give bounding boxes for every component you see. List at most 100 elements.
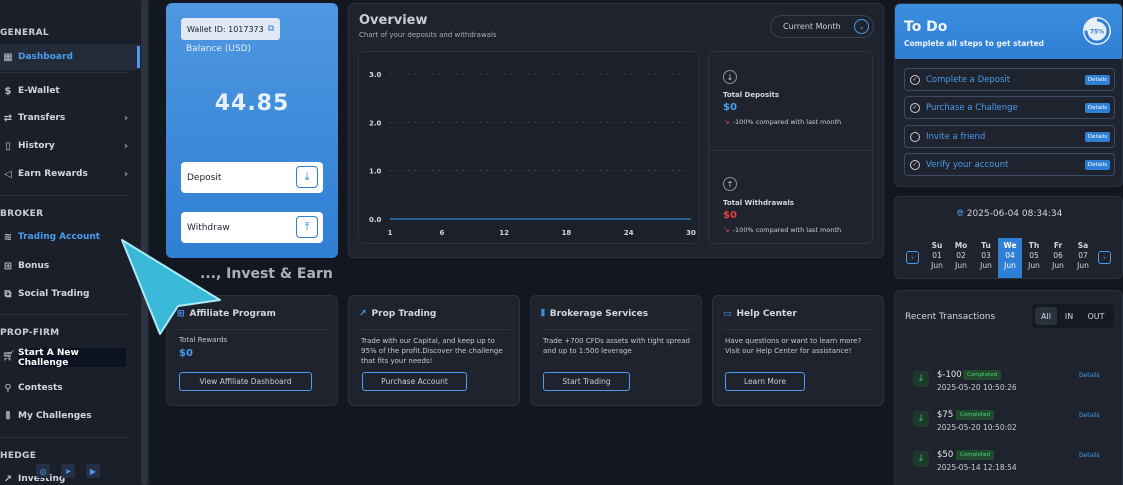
- details-link[interactable]: Details: [1079, 372, 1100, 379]
- view-affiliate-dashboard-button[interactable]: View Affiliate Dashboard: [179, 372, 312, 391]
- sidebar-item-label: Bonus: [18, 261, 50, 271]
- prev-week-button[interactable]: ‹: [906, 251, 919, 264]
- details-link[interactable]: Details: [1079, 412, 1100, 419]
- day-month: Jun: [1077, 261, 1089, 270]
- calendar-day[interactable]: Th 05 Jun: [1022, 238, 1046, 278]
- deposit-button[interactable]: Deposit ⤓: [181, 162, 323, 193]
- sidebar-item-e-wallet[interactable]: $ E-Wallet: [0, 78, 140, 104]
- total-withdrawals-label: Total Withdrawals: [723, 199, 794, 207]
- purchase-account-button[interactable]: Purchase Account: [362, 372, 467, 391]
- y-tick-label: 3.0: [369, 71, 382, 79]
- sidebar-item-trading-account[interactable]: ≋ Trading Account: [0, 224, 140, 250]
- circle-icon: [910, 131, 920, 142]
- day-month: Jun: [1004, 261, 1016, 270]
- y-tick-label: 0.0: [369, 216, 382, 224]
- copy-icon[interactable]: ⧉: [268, 24, 274, 34]
- download-icon: ⤓: [296, 166, 318, 188]
- calendar-day[interactable]: Mo 02 Jun: [949, 238, 973, 278]
- details-button[interactable]: Details: [1084, 132, 1110, 142]
- start-new-challenge-button[interactable]: Start A New Challenge: [18, 348, 126, 368]
- tab-in[interactable]: IN: [1059, 307, 1079, 325]
- x-tick-label: 12: [499, 229, 509, 237]
- sidebar-item-earn-rewards[interactable]: ◁ Earn Rewards ›: [0, 161, 140, 187]
- tab-out[interactable]: OUT: [1082, 307, 1110, 325]
- day-number: 05: [1029, 251, 1039, 260]
- calendar-day[interactable]: Fr 06 Jun: [1046, 238, 1070, 278]
- day-month: Jun: [980, 261, 992, 270]
- overview-chart: 0.0 1.0 2.0 3.0 1 6 12 18 24 30: [369, 71, 696, 237]
- investing-icon: ↗: [3, 473, 13, 485]
- calendar-day[interactable]: Sa 07 Jun: [1071, 238, 1095, 278]
- card-title: ⫴ Brokerage Services: [541, 309, 648, 319]
- day-month: Jun: [1052, 261, 1064, 270]
- overview-subtitle: Chart of your deposits and withdrawals: [359, 31, 497, 39]
- todo-item-invite-friend[interactable]: Invite a friend Details: [904, 125, 1115, 148]
- sidebar-item-label: History: [18, 141, 55, 151]
- divider: [0, 72, 128, 73]
- day-of-week: Tu: [981, 241, 991, 250]
- datetime-text: 2025-06-04 08:34:34: [966, 209, 1063, 219]
- mouse-cursor-icon: [121, 239, 221, 335]
- details-link[interactable]: Details: [1079, 452, 1100, 459]
- sidebar-item-label: Dashboard: [18, 52, 73, 62]
- balance-amount: 44.85: [214, 91, 290, 116]
- details-button[interactable]: Details: [1084, 103, 1110, 113]
- check-circle-icon: ✓: [910, 159, 920, 170]
- calendar-day[interactable]: Su 01 Jun: [925, 238, 949, 278]
- chevron-right-icon: ›: [123, 112, 128, 124]
- total-deposits-cmp-text: -100% compared with last month: [732, 117, 842, 126]
- help-center-card: ▭ Help Center Have questions or want to …: [712, 295, 884, 406]
- todo-item-verify-account[interactable]: ✓ Verify your account Details: [904, 153, 1115, 176]
- transaction-amount: $75: [937, 410, 954, 420]
- sidebar-item-bonus[interactable]: ⊞ Bonus: [0, 253, 140, 279]
- y-tick-label: 1.0: [369, 168, 382, 176]
- sidebar-item-label: Contests: [18, 383, 63, 393]
- period-label: Current Month: [783, 22, 841, 31]
- period-select[interactable]: Current Month ⌄: [770, 15, 874, 38]
- arrow-down-icon: ↓: [913, 371, 929, 387]
- tab-all[interactable]: All: [1035, 307, 1057, 325]
- todo-card: To Do Complete all steps to get started …: [894, 3, 1123, 187]
- download-circle-icon: ↓: [723, 70, 737, 84]
- sidebar-item-label: My Challenges: [18, 411, 92, 421]
- check-circle-icon: ✓: [910, 102, 920, 113]
- grid-icon: ▦: [3, 51, 13, 63]
- sidebar-item-my-challenges[interactable]: ⫴ My Challenges: [0, 403, 140, 429]
- todo-item-purchase-challenge[interactable]: ✓ Purchase a Challenge Details: [904, 96, 1115, 119]
- day-of-week: Th: [1028, 241, 1040, 250]
- day-number: 02: [956, 251, 966, 260]
- sidebar-item-history[interactable]: ▯ History ›: [0, 133, 140, 159]
- sidebar-item-dashboard[interactable]: ▦ Dashboard: [0, 44, 140, 70]
- progress-ring: 75%: [1083, 17, 1111, 45]
- youtube-icon[interactable]: ▶: [86, 464, 100, 478]
- card-description: Trade +700 CFDs assets with tight spread…: [543, 337, 690, 355]
- overview-title: Overview: [359, 13, 428, 28]
- telegram-icon[interactable]: ➤: [61, 464, 75, 478]
- wallet-id-badge: Wallet ID: 1017373 ⧉: [181, 18, 281, 40]
- arrow-down-icon: ↘: [723, 225, 730, 234]
- total-deposits-label: Total Deposits: [723, 91, 780, 99]
- calendar-day[interactable]: Tu 03 Jun: [974, 238, 998, 278]
- divider: [359, 329, 511, 330]
- day-of-week: Su: [931, 241, 943, 250]
- transaction-time: 2025-05-20 10:50:26: [937, 383, 1017, 392]
- card-title: ▭ Help Center: [723, 309, 797, 319]
- x-tick-label: 30: [686, 229, 696, 237]
- next-week-button[interactable]: ›: [1098, 251, 1111, 264]
- dollar-icon: $: [4, 85, 12, 97]
- todo-header: To Do Complete all steps to get started …: [895, 4, 1122, 59]
- sidebar-item-social-trading[interactable]: ⧉ Social Trading: [0, 281, 140, 307]
- todo-item-complete-deposit[interactable]: ✓ Complete a Deposit Details: [904, 68, 1115, 91]
- sidebar-item-transfers[interactable]: ⇄ Transfers ›: [0, 105, 140, 131]
- learn-more-button[interactable]: Learn More: [725, 372, 805, 391]
- calendar-card: 🌐︎ 2025-06-04 08:34:34 ‹ Su 01 Jun Mo 02…: [894, 196, 1123, 279]
- recent-transactions-card: Recent Transactions All IN OUT ↓ $-100 C…: [894, 290, 1123, 485]
- day-of-week: Sa: [1077, 241, 1089, 250]
- total-deposits-value: $0: [723, 102, 737, 113]
- calendar-day-selected[interactable]: We 04 Jun: [998, 238, 1022, 278]
- sidebar-item-contests[interactable]: ⚲ Contests: [0, 375, 140, 401]
- instagram-icon[interactable]: ◎: [36, 464, 50, 478]
- details-button[interactable]: Details: [1084, 75, 1110, 85]
- details-button[interactable]: Details: [1084, 160, 1110, 170]
- start-trading-button[interactable]: Start Trading: [543, 372, 630, 391]
